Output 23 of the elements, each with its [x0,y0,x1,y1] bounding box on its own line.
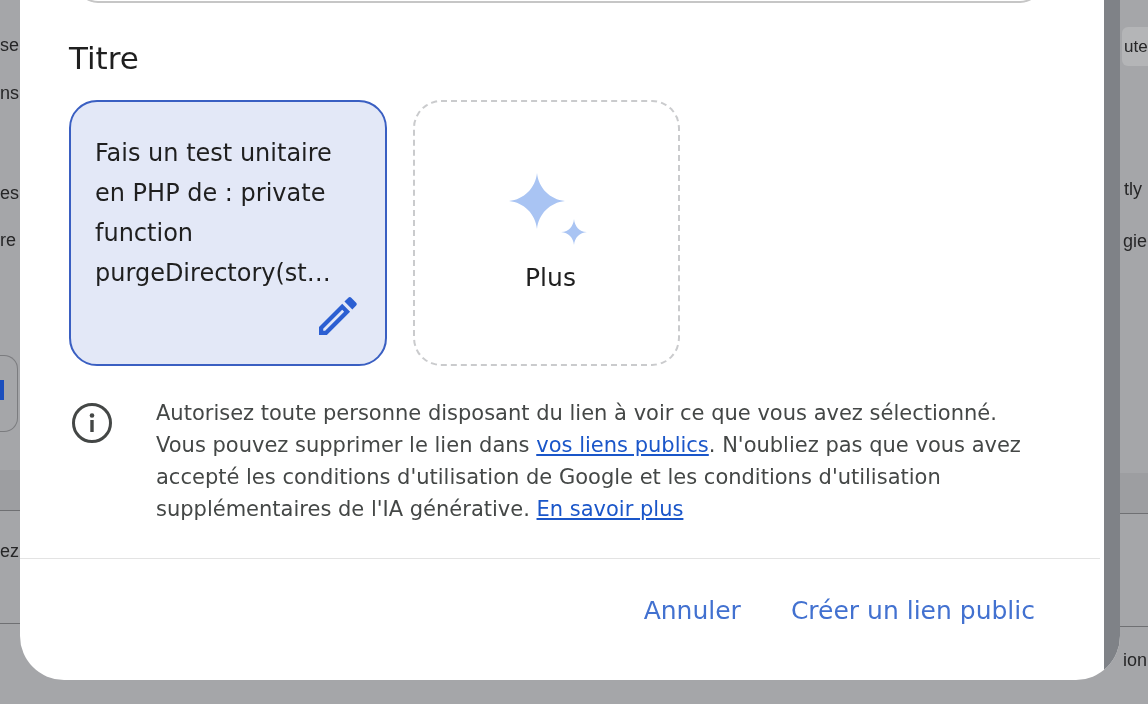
background-text: es [0,182,20,205]
notice-text: Autorisez toute personne disposant du lien à voir ce que vous avez sélectionné. Vous pouvez supprimer le lien dans vos liens publics. N'oubliez pas que vous avez accepté les conditions d'utilisation de Google et les conditions d'utilisation supplémentaires de l'IA générative. En savoir plus [156,400,1022,523]
prompt-text: Fais un test unitaire en PHP de : private function purgeDirectory(st… [95,138,333,289]
more-button[interactable]: Plus [413,100,680,366]
background-text: tly [1123,178,1143,201]
cancel-button[interactable]: Annuler [631,587,753,635]
background-text: se [0,34,20,57]
background-text: ns [0,82,20,105]
inline-link[interactable]: vos liens publics [536,433,709,457]
bar-icon [0,380,4,400]
pencil-icon[interactable] [319,297,357,335]
code-chip: ute [1122,27,1148,66]
header-band [1120,473,1148,514]
background-text: re [0,229,17,252]
create-public-link-button[interactable]: Créer un lien public [778,587,1047,635]
inline-link[interactable]: En savoir plus [536,497,684,521]
header-band [0,470,20,511]
prompt-card[interactable]: Fais un test unitaire en PHP de : private function purgeDirectory(st… [69,100,387,366]
info-icon [72,403,112,443]
section-title: Titre [69,39,139,78]
background-text: ion [1122,649,1148,672]
background-text: ez [0,540,20,563]
background-text: gie [1122,230,1148,253]
